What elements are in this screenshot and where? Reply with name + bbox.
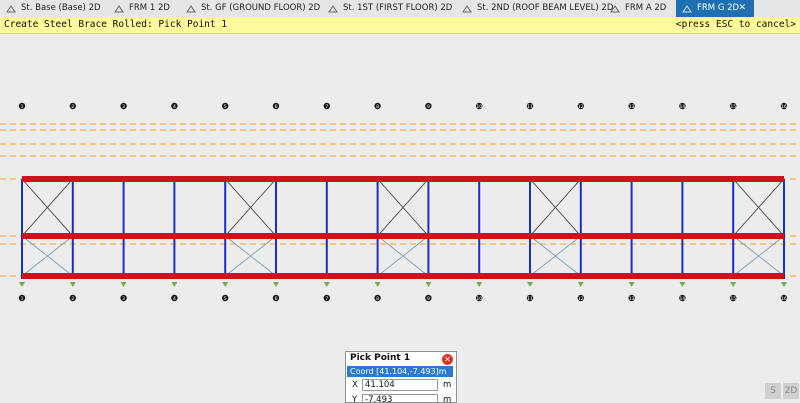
tab-frm-a[interactable]: FRM A 2D [604, 0, 676, 17]
tab-st-base[interactable]: St. Base (Base) 2D [0, 0, 108, 17]
plan-view-icon [682, 5, 692, 13]
grid-label: 14 [680, 296, 686, 302]
grid-label: 5 [224, 104, 227, 110]
steel-beam[interactable] [22, 273, 784, 279]
snap-toggle-button[interactable]: S [765, 383, 781, 399]
support-marker [476, 282, 483, 287]
grid-label: 8 [376, 104, 379, 110]
pick-point-dialog: Pick Point 1 ✕ Coord [41.104,-7.493]m X … [345, 351, 457, 403]
y-unit: m [443, 395, 452, 403]
support-marker [171, 282, 178, 287]
support-marker [527, 282, 533, 287]
dialog-title: Pick Point 1 [350, 353, 411, 363]
tab-st-2nd[interactable]: St. 2ND (ROOF BEAM LEVEL) 2D [456, 0, 613, 17]
tab-label: FRM G 2D [697, 3, 740, 13]
support-marker [628, 282, 635, 287]
grid-label: 14 [680, 104, 686, 110]
grid-label: 8 [376, 296, 379, 302]
grid-label: 10 [476, 296, 482, 302]
tab-st-gf[interactable]: St. GF (GROUND FLOOR) 2D [180, 0, 322, 17]
grid-label: 12 [578, 296, 584, 302]
close-icon[interactable]: ✕ [442, 354, 453, 365]
support-marker [120, 282, 127, 287]
x-unit: m [443, 380, 452, 390]
plan-view-icon [328, 5, 338, 13]
grid-label: 4 [173, 296, 176, 302]
plan-view-icon [186, 5, 196, 13]
support-marker [19, 282, 25, 287]
close-icon[interactable]: ✕ [738, 0, 746, 17]
x-row: X 41.104 m [346, 379, 454, 391]
plan-view-icon [610, 5, 620, 13]
command-prompt-bar: Create Steel Brace Rolled: Pick Point 1 … [0, 17, 800, 34]
grid-label: 11 [527, 104, 533, 110]
y-row: Y -7.493 m [346, 394, 454, 403]
support-marker [222, 282, 229, 287]
support-marker [577, 282, 584, 287]
tab-label: St. 2ND (ROOF BEAM LEVEL) 2D [477, 3, 614, 13]
grid-label: 13 [629, 296, 635, 302]
y-label: Y [352, 395, 358, 403]
drawing-canvas[interactable]: 1122334455667788991010111112121313141415… [0, 34, 800, 401]
grid-label: 2 [71, 296, 74, 302]
support-marker [69, 282, 76, 287]
grid-label: 16 [781, 296, 787, 302]
view-tab-bar: St. Base (Base) 2D FRM 1 2D St. GF (GROU… [0, 0, 800, 18]
support-marker [273, 282, 279, 287]
plan-view-icon [114, 5, 124, 13]
command-prompt: Create Steel Brace Rolled: Pick Point 1 [4, 19, 228, 30]
tab-frm-1[interactable]: FRM 1 2D [108, 0, 180, 17]
plan-view-icon [462, 5, 472, 13]
grid-label: 5 [224, 296, 227, 302]
tab-st-1st[interactable]: St. 1ST (FIRST FLOOR) 2D [322, 0, 456, 17]
grid-label: 7 [325, 104, 328, 110]
support-marker [374, 282, 381, 287]
x-input[interactable]: 41.104 [362, 379, 438, 391]
grid-label: 9 [427, 104, 430, 110]
grid-label: 4 [173, 104, 176, 110]
grid-label: 6 [275, 296, 278, 302]
support-marker [679, 282, 686, 287]
steel-beam[interactable] [22, 176, 784, 182]
x-label: X [352, 380, 358, 390]
grid-label: 15 [730, 104, 736, 110]
grid-label: 16 [781, 104, 787, 110]
tab-label: St. 1ST (FIRST FLOOR) 2D [343, 3, 453, 13]
grid-label: 13 [629, 104, 635, 110]
tab-label: FRM 1 2D [129, 3, 170, 13]
grid-label: 7 [325, 296, 328, 302]
grid-label: 3 [122, 104, 125, 110]
support-marker [323, 282, 330, 287]
command-hint: <press ESC to cancel> [675, 19, 796, 30]
steel-beam[interactable] [22, 233, 784, 239]
plan-view-icon [6, 5, 16, 13]
support-marker [781, 282, 787, 287]
grid-label: 2 [71, 104, 74, 110]
grid-label: 3 [122, 296, 125, 302]
support-marker [425, 282, 432, 287]
coord-readout[interactable]: Coord [41.104,-7.493]m [347, 366, 453, 377]
grid-label: 9 [427, 296, 430, 302]
grid-label: 15 [730, 296, 736, 302]
grid-label: 1 [21, 104, 24, 110]
support-marker [730, 282, 737, 287]
grid-label: 11 [527, 296, 533, 302]
tab-label: St. GF (GROUND FLOOR) 2D [201, 3, 321, 13]
grid-label: 10 [476, 104, 482, 110]
y-input[interactable]: -7.493 [362, 394, 438, 402]
grid-label: 1 [21, 296, 24, 302]
tab-label: St. Base (Base) 2D [21, 3, 101, 13]
tab-label: FRM A 2D [625, 3, 667, 13]
grid-label: 12 [578, 104, 584, 110]
tab-frm-g[interactable]: FRM G 2D ✕ [676, 0, 754, 17]
grid-label: 6 [275, 104, 278, 110]
view-mode-button[interactable]: 2D [783, 383, 799, 399]
